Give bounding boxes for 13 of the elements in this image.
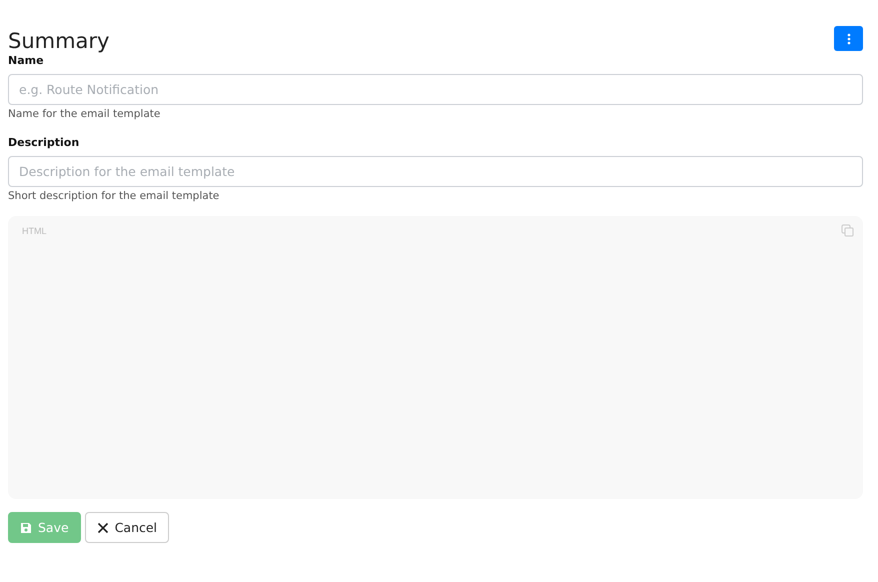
cancel-button[interactable]: Cancel — [84, 512, 170, 543]
help-text: Name for the email template — [8, 108, 160, 120]
editor-mode-label: HTML — [22, 226, 46, 236]
help-text: Short description for the email template — [8, 190, 220, 202]
field-label: Name — [8, 54, 44, 67]
more-button[interactable] — [834, 26, 863, 51]
code-editor[interactable]: HTML — [8, 216, 863, 499]
input-field[interactable]: e.g. Route Notification — [8, 74, 863, 105]
field-label: Description — [8, 136, 80, 149]
close-icon — [96, 522, 109, 534]
page-title: Summary — [8, 28, 110, 54]
input-field[interactable]: Description for the email template — [8, 156, 863, 187]
more-icon — [846, 32, 850, 44]
